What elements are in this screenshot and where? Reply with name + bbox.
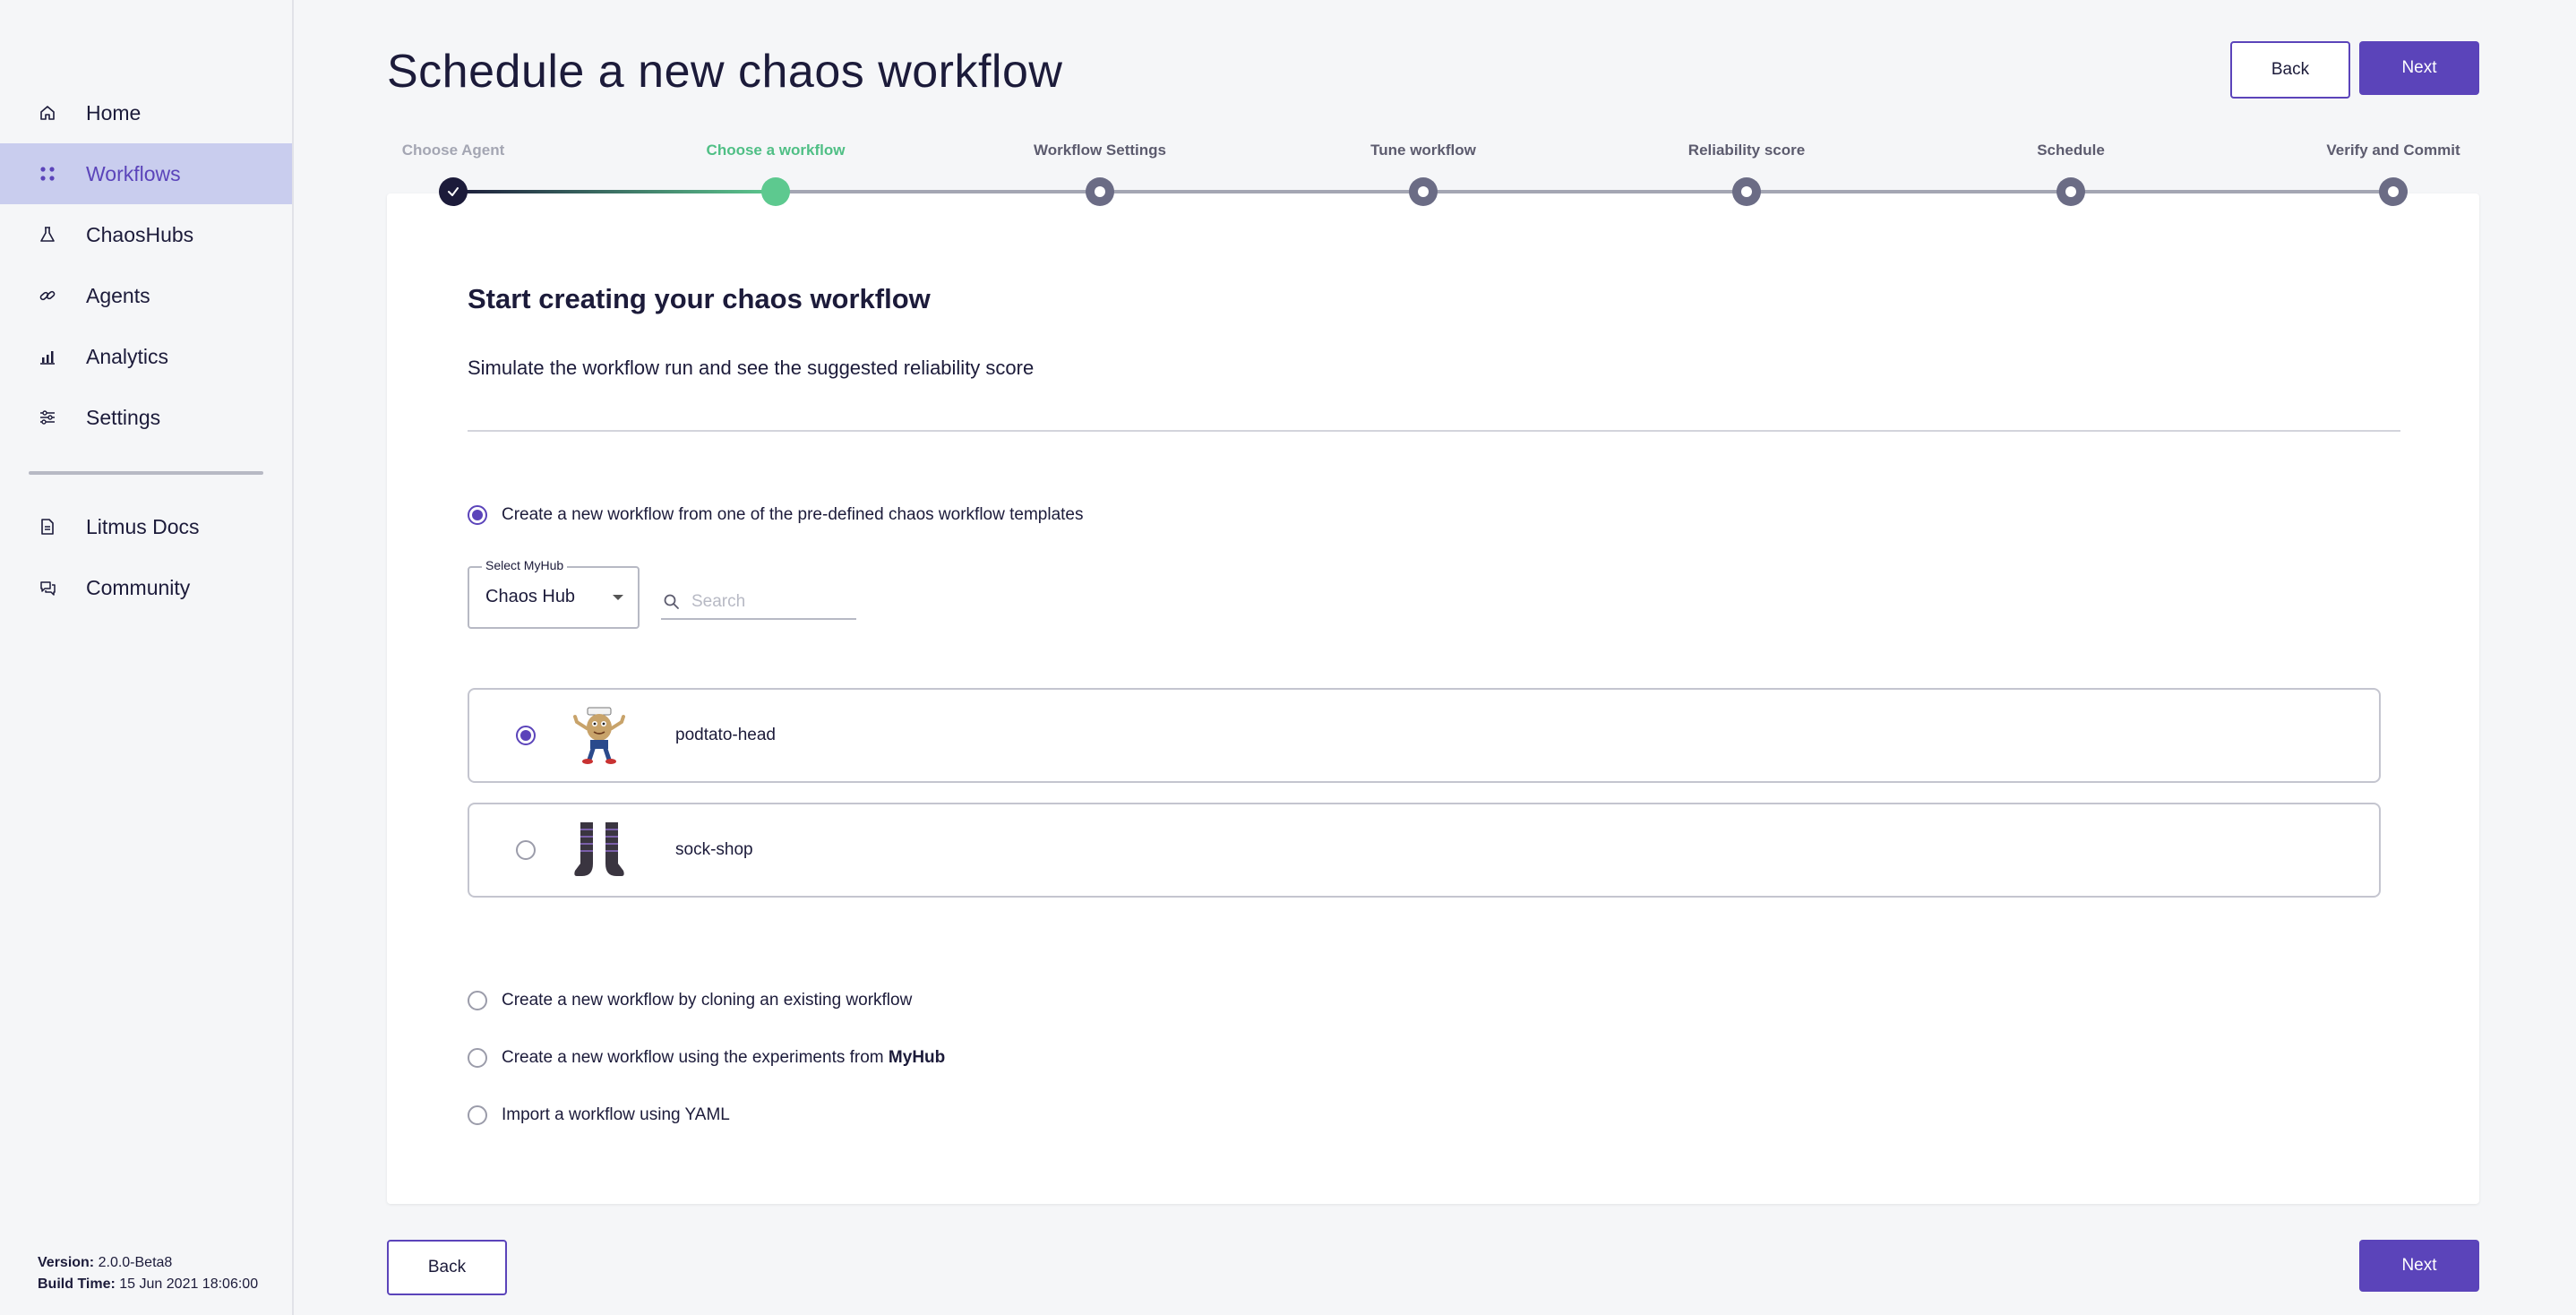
sidebar-item-home[interactable]: Home	[0, 82, 292, 143]
step-dot-choose-agent	[439, 177, 468, 206]
sidebar-item-label: ChaosHubs	[86, 222, 194, 246]
search-input[interactable]	[691, 592, 844, 612]
option-templates-label: Create a new workflow from one of the pr…	[502, 505, 1084, 524]
workflow-card: Start creating your chaos workflow Simul…	[387, 193, 2479, 1204]
build-time-value: 15 Jun 2021 18:06:00	[119, 1276, 259, 1292]
step-dot-verify-commit	[2379, 177, 2408, 206]
hub-name: podtato-head	[675, 726, 776, 744]
chevron-down-icon	[613, 595, 623, 600]
link-icon	[38, 286, 57, 305]
radio-myhub[interactable]	[468, 1048, 487, 1068]
step-label-tune-workflow: Tune workflow	[1370, 142, 1476, 159]
analytics-icon	[38, 347, 57, 366]
step-label-verify-commit: Verify and Commit	[2326, 142, 2460, 159]
step-label-workflow-settings: Workflow Settings	[1034, 142, 1166, 159]
option-clone-label: Create a new workflow by cloning an exis…	[502, 991, 913, 1010]
radio-sock-shop[interactable]	[516, 840, 536, 860]
sidebar-item-analytics[interactable]: Analytics	[0, 326, 292, 387]
hub-card-sock-shop[interactable]: sock-shop	[468, 803, 2381, 898]
footer-next-button[interactable]: Next	[2359, 1240, 2479, 1292]
page-title: Schedule a new chaos workflow	[387, 46, 1063, 98]
workflow-stepper: Choose Agent Choose a workflow Workflow …	[387, 134, 2479, 215]
podtato-head-image	[568, 704, 631, 767]
step-dot-workflow-settings	[1086, 177, 1114, 206]
option-myhub-prefix: Create a new workflow using the experime…	[502, 1048, 889, 1067]
header-back-button[interactable]: Back	[2230, 41, 2350, 99]
radio-podtato-head[interactable]	[516, 726, 536, 745]
search-icon	[663, 593, 681, 611]
version-info: Version: 2.0.0-Beta8 Build Time: 15 Jun …	[38, 1252, 258, 1295]
sidebar-item-label: Agents	[86, 283, 150, 307]
option-myhub-bold: MyHub	[888, 1048, 946, 1067]
card-title: Start creating your chaos workflow	[468, 283, 931, 314]
sidebar-item-workflows[interactable]: Workflows	[0, 143, 292, 204]
option-yaml[interactable]: Import a workflow using YAML	[468, 1105, 730, 1125]
step-dot-schedule	[2057, 177, 2085, 206]
build-time-label: Build Time:	[38, 1276, 116, 1292]
sidebar-item-label: Community	[86, 575, 191, 599]
radio-clone[interactable]	[468, 991, 487, 1010]
search-field[interactable]	[661, 586, 856, 620]
stepper-track-line	[776, 190, 2408, 193]
myhub-select[interactable]: Select MyHub Chaos Hub	[468, 558, 640, 629]
sidebar-item-chaoshubs[interactable]: ChaosHubs	[0, 204, 292, 265]
radio-templates[interactable]	[468, 505, 487, 525]
sidebar-item-settings[interactable]: Settings	[0, 387, 292, 448]
sidebar-divider	[29, 471, 263, 475]
step-label-choose-workflow: Choose a workflow	[706, 142, 846, 159]
option-myhub[interactable]: Create a new workflow using the experime…	[468, 1048, 945, 1068]
workflows-icon	[38, 164, 57, 184]
card-divider	[468, 430, 2400, 432]
check-icon	[448, 187, 459, 196]
step-dot-choose-workflow	[761, 177, 790, 206]
flask-icon	[38, 225, 57, 245]
sidebar-item-label: Settings	[86, 405, 161, 429]
home-icon	[38, 103, 57, 123]
sidebar: Home Workflows ChaosHubs Agents Analytic…	[0, 0, 294, 1315]
version-label: Version:	[38, 1255, 95, 1270]
sidebar-nav: Home Workflows ChaosHubs Agents Analytic…	[0, 82, 292, 618]
step-dot-reliability-score	[1732, 177, 1761, 206]
sidebar-item-label: Home	[86, 100, 142, 125]
sidebar-item-litmus-docs[interactable]: Litmus Docs	[0, 496, 292, 557]
option-yaml-label: Import a workflow using YAML	[502, 1105, 730, 1124]
sidebar-item-label: Analytics	[86, 344, 169, 368]
step-label-reliability-score: Reliability score	[1687, 142, 1806, 159]
myhub-select-legend: Select MyHub	[482, 558, 568, 572]
chat-icon	[38, 578, 57, 597]
sidebar-item-agents[interactable]: Agents	[0, 265, 292, 326]
step-dot-tune-workflow	[1409, 177, 1438, 206]
sidebar-item-label: Litmus Docs	[86, 514, 200, 538]
option-templates[interactable]: Create a new workflow from one of the pr…	[468, 505, 1083, 525]
footer-back-button[interactable]: Back	[387, 1240, 507, 1295]
option-clone[interactable]: Create a new workflow by cloning an exis…	[468, 991, 912, 1010]
sidebar-item-community[interactable]: Community	[0, 557, 292, 618]
sidebar-item-label: Workflows	[86, 161, 181, 185]
step-label-schedule: Schedule	[2037, 142, 2105, 159]
sock-shop-image	[568, 819, 631, 881]
stepper-progress-line	[453, 190, 776, 193]
radio-yaml[interactable]	[468, 1105, 487, 1125]
hub-card-podtato-head[interactable]: podtato-head	[468, 688, 2381, 783]
hub-name: sock-shop	[675, 840, 753, 859]
header-next-button[interactable]: Next	[2359, 41, 2479, 95]
sliders-icon	[38, 408, 57, 427]
version-value: 2.0.0-Beta8	[98, 1255, 173, 1270]
card-subtitle: Simulate the workflow run and see the su…	[468, 357, 1035, 379]
myhub-select-value: Chaos Hub	[485, 587, 576, 606]
document-icon	[38, 517, 57, 537]
option-myhub-label: Create a new workflow using the experime…	[502, 1048, 945, 1068]
step-label-choose-agent: Choose Agent	[401, 142, 505, 159]
